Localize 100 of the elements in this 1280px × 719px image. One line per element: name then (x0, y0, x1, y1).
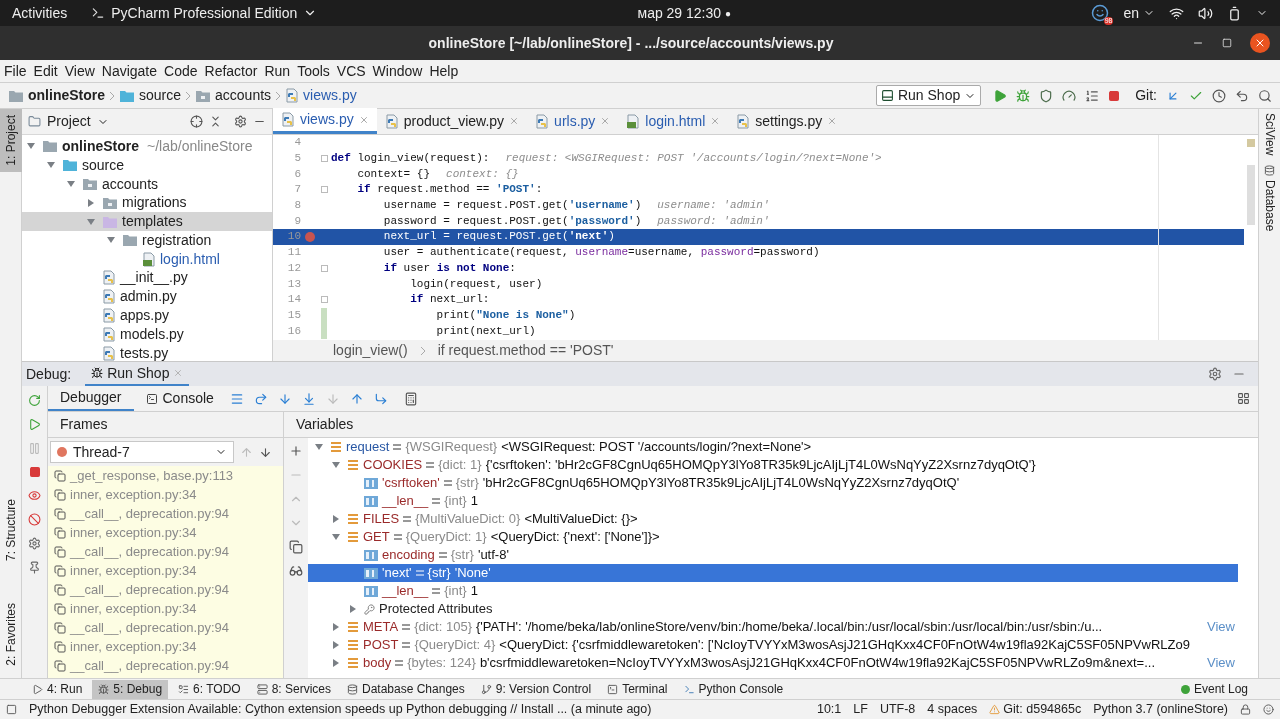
tool-window-tab[interactable]: 4: Run (26, 679, 89, 699)
editor-tab[interactable]: login.html (618, 108, 729, 134)
status-item[interactable]: UTF-8 (879, 700, 916, 719)
view-link[interactable]: View (1204, 653, 1238, 673)
close-icon[interactable] (600, 116, 611, 126)
expand-arrow-icon[interactable] (86, 197, 96, 208)
status-item[interactable]: LF (853, 700, 868, 719)
profile-icon[interactable] (1062, 88, 1077, 103)
collapse-arrow-icon[interactable] (66, 179, 76, 189)
tool-window-tab[interactable]: 6: TODO (172, 679, 247, 699)
close-icon[interactable] (358, 114, 369, 125)
tree-item[interactable]: tests.py (22, 343, 272, 361)
fold-marker[interactable] (320, 154, 328, 162)
debugger-tab[interactable]: Debugger (48, 386, 134, 411)
tree-item[interactable]: migrations (22, 193, 272, 213)
run-config-dropdown[interactable]: Run Shop (875, 85, 982, 106)
frame-item[interactable]: inner, exception.py:34 (48, 523, 283, 542)
event-log-button[interactable]: Event Log (1174, 680, 1254, 698)
pin-icon[interactable] (28, 561, 41, 574)
lock-icon[interactable] (1240, 704, 1251, 715)
rerun-icon[interactable] (28, 394, 41, 407)
frame-item[interactable]: inner, exception.py:34 (48, 561, 283, 580)
debug-icon[interactable] (1016, 88, 1031, 103)
app-menu[interactable]: PyCharm Professional Edition (91, 2, 318, 24)
language-menu[interactable]: en (1123, 2, 1155, 24)
frames-list-icon[interactable] (229, 391, 244, 406)
collapse-all-icon[interactable] (209, 115, 222, 128)
code-breadcrumb[interactable]: if request.method == 'POST' (437, 340, 614, 361)
editor-tab[interactable]: product_view.py (376, 108, 528, 134)
panel-toggle-icon[interactable] (6, 704, 17, 715)
breadcrumb[interactable]: views.py (285, 85, 357, 106)
menu-item[interactable]: View (64, 60, 95, 82)
interpreter-widget[interactable]: Python 3.7 (onlineStore) (1093, 700, 1228, 719)
breadcrumb[interactable]: source (119, 85, 182, 106)
tool-window-tab[interactable]: 8: Services (250, 679, 337, 699)
run-to-cursor-icon[interactable] (373, 391, 388, 406)
tree-item[interactable]: __init__.py (22, 268, 272, 288)
step-into-icon[interactable] (277, 391, 292, 406)
tool-window-tab[interactable]: SciView (1260, 113, 1279, 156)
step-over-icon[interactable] (253, 391, 268, 406)
mute-breakpoints-icon[interactable] (28, 513, 41, 526)
thread-dropdown[interactable]: Thread-7 (50, 441, 234, 463)
step-out-icon[interactable] (349, 391, 364, 406)
menu-item[interactable]: Run (264, 60, 291, 82)
variable-row[interactable]: Protected Attributes (308, 600, 1238, 618)
tree-item[interactable]: admin.py (22, 287, 272, 307)
session-tab[interactable]: Run Shop (85, 362, 190, 386)
variable-row[interactable]: GET {QueryDict: 1} <QueryDict: {'next': ['None']}> (308, 528, 1238, 546)
variable-row[interactable]: FILES {MultiValueDict: 0} <MultiValueDict: {}> (308, 510, 1238, 528)
variable-row[interactable]: body {bytes: 124} b'csrfmiddlewaretoken=NcIoyTVYYxM3wosAsjJ21GHqKxx4CF0FnOtW4w19fla92KajC5SF05NPVwRLZo9m&next=... (308, 654, 1205, 672)
tree-item[interactable]: templates (22, 212, 272, 231)
search-icon[interactable] (1258, 88, 1272, 103)
frame-item[interactable]: __call__, deprecation.py:94 (48, 504, 283, 523)
menu-item[interactable]: VCS (336, 60, 366, 82)
tree-item[interactable]: models.py (22, 324, 272, 344)
tool-window-tab[interactable]: 7: Structure (0, 493, 22, 568)
frame-item[interactable]: inner, exception.py:34 (48, 485, 283, 504)
frame-item[interactable]: inner, exception.py:34 (48, 637, 283, 656)
frame-item[interactable]: _get_response, base.py:113 (48, 466, 283, 485)
fold-marker[interactable] (320, 264, 328, 272)
fold-marker[interactable] (320, 186, 328, 194)
menu-item[interactable]: Edit (33, 60, 58, 82)
fold-marker[interactable] (320, 295, 328, 303)
debugger-tab[interactable]: Console (133, 386, 226, 411)
concurrency-icon[interactable] (1085, 88, 1100, 103)
variable-row[interactable]: COOKIES {dict: 1} {'csrftoken': 'bHr2cGF8CgnUq65HOMQpY3lYo8TR35k9LjcAIjLjT4L0WsNqYyZ2Xsrnz7dyqOtQ'} (308, 456, 1238, 474)
activities-button[interactable]: Activities (12, 2, 68, 24)
settings-icon[interactable] (28, 537, 41, 550)
variable-row[interactable]: __len__ {int} 1 (308, 582, 1238, 600)
locate-icon[interactable] (190, 115, 203, 128)
variable-row[interactable]: request {WSGIRequest} <WSGIRequest: POST '/accounts/login/?next=None'> (308, 438, 1238, 456)
rollback-icon[interactable] (1235, 88, 1249, 103)
expand-arrow-icon[interactable] (331, 640, 341, 650)
coverage-icon[interactable] (1039, 88, 1054, 103)
menu-item[interactable]: Help (429, 60, 459, 82)
status-item[interactable]: 4 spaces (927, 700, 978, 719)
code-breadcrumb[interactable]: login_view() (333, 340, 408, 361)
status-item[interactable]: 10:1 (816, 700, 842, 719)
editor-tab[interactable]: settings.py (728, 108, 846, 134)
collapse-arrow-icon[interactable] (331, 460, 341, 470)
layout-icon[interactable] (1237, 392, 1250, 405)
tree-item[interactable]: apps.py (22, 306, 272, 325)
tool-window-tab[interactable]: 2: Favorites (0, 597, 22, 672)
step-into-my-code-icon[interactable] (301, 391, 316, 406)
tool-window-tab[interactable]: Terminal (601, 679, 674, 699)
clock[interactable]: мар 29 12:30 (637, 2, 722, 24)
frame-item[interactable]: __call__, deprecation.py:94 (48, 656, 283, 675)
close-icon[interactable] (509, 116, 520, 126)
variable-row[interactable]: META {dict: 105} {'PATH': '/home/beka/lab/onlineStore/venv/bin:/home/beka/.local/bin:/usr/local/sbin:/usr/local/bin:/usr/sbin:/u... (308, 618, 1205, 636)
menu-item[interactable]: Refactor (204, 60, 258, 82)
git-branch-widget[interactable]: Git: d594865c (989, 700, 1082, 719)
variable-row[interactable]: 'csrftoken' {str} 'bHr2cGF8CgnUq65HOMQpY3lYo8TR35k9LjcAIjLjT4L0WsNqYyZ2Xsrnz7dyqOtQ' (308, 474, 1238, 492)
expand-arrow-icon[interactable] (331, 658, 341, 668)
add-watch-icon[interactable] (289, 444, 303, 458)
close-button[interactable] (1250, 33, 1270, 53)
view-link[interactable]: View (1204, 617, 1238, 637)
editor-tab[interactable]: views.py (273, 108, 377, 134)
tool-window-tab[interactable]: 5: Debug (92, 679, 169, 699)
frame-item[interactable]: __call__, deprecation.py:94 (48, 618, 283, 637)
copy-icon[interactable] (289, 540, 303, 554)
